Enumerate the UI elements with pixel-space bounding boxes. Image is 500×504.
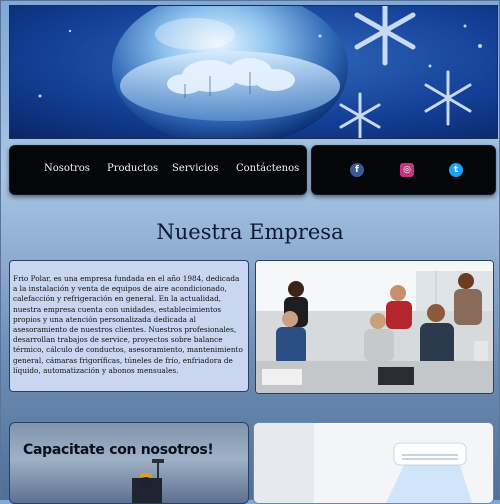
nav-item-contactenos[interactable]: Contáctenos	[236, 163, 299, 174]
air-conditioner-image	[254, 423, 493, 503]
twitter-glyph: t	[453, 165, 459, 175]
instagram-icon[interactable]: ◎	[400, 163, 414, 177]
office-scene-image	[256, 261, 493, 393]
technician-image	[132, 459, 164, 503]
about-paragraph: Frio Polar, es una empresa fundada en el…	[13, 274, 243, 375]
air-conditioner-card[interactable]	[253, 422, 494, 504]
nav-item-servicios[interactable]: Servicios	[172, 163, 218, 174]
about-text-box: Frio Polar, es una empresa fundada en el…	[9, 260, 249, 392]
nav-item-nosotros[interactable]: Nosotros	[44, 163, 90, 174]
twitter-icon[interactable]: t	[449, 163, 463, 177]
social-navigation: f ◎ t	[311, 145, 496, 195]
main-navigation: Nosotros Productos Servicios Contáctenos	[9, 145, 307, 195]
training-card[interactable]: Capacitate con nosotros!	[9, 422, 249, 504]
office-team-photo	[255, 260, 494, 394]
nav-item-productos[interactable]: Productos	[107, 163, 158, 174]
facebook-icon[interactable]: f	[350, 163, 364, 177]
facebook-glyph: f	[355, 165, 359, 175]
instagram-glyph: ◎	[403, 165, 411, 175]
header-banner	[9, 5, 498, 139]
section-title: Nuestra Empresa	[156, 220, 344, 244]
winter-globe-image	[10, 6, 497, 138]
